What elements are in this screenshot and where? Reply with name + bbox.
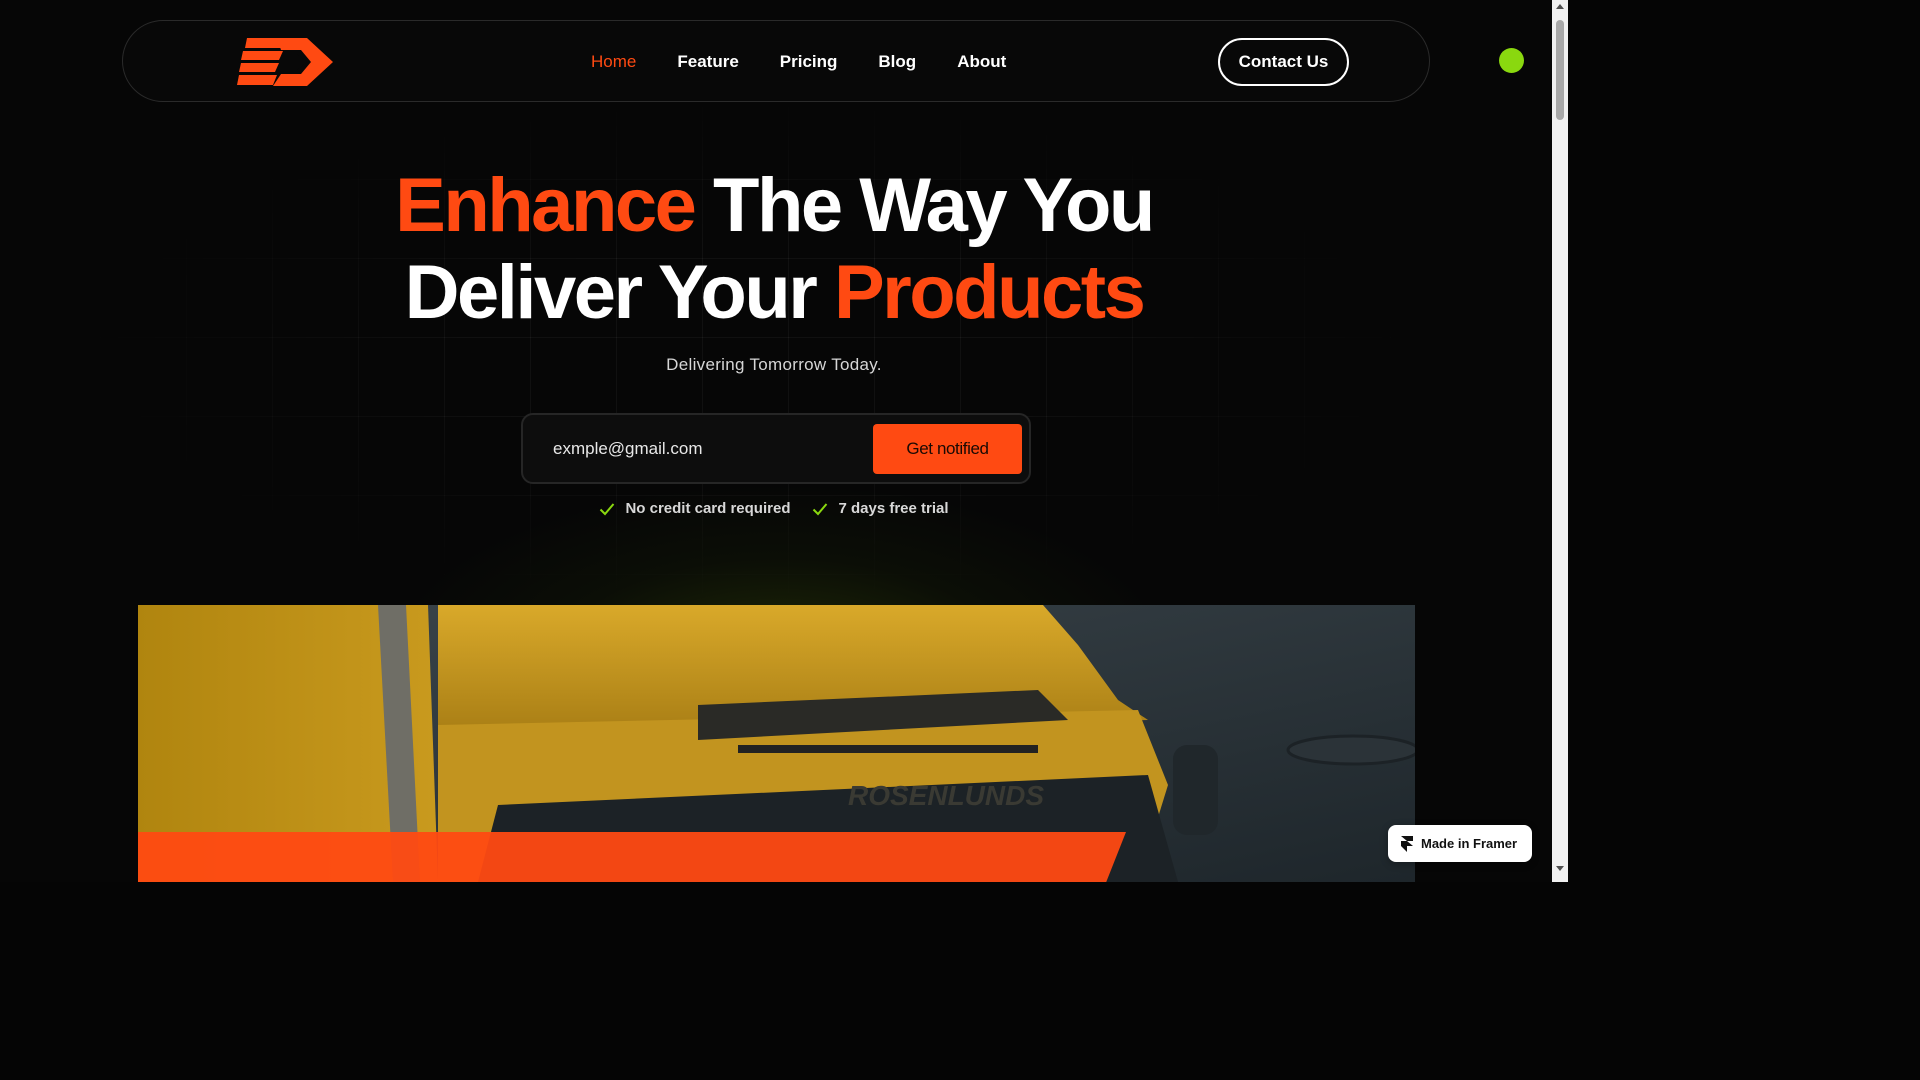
signup-form: Get notified xyxy=(521,413,1031,484)
scroll-up-arrow-icon[interactable] xyxy=(1556,4,1564,9)
hero-subtitle: Delivering Tomorrow Today. xyxy=(666,355,882,374)
email-field[interactable] xyxy=(553,429,863,469)
orange-band xyxy=(138,832,1126,882)
perk-label: 7 days free trial xyxy=(838,500,949,517)
hero-title-accent-1: Enhance xyxy=(395,163,697,248)
arrow-speed-logo-icon[interactable] xyxy=(237,36,337,88)
perks-list: No credit card required 7 days free tria… xyxy=(0,500,1548,517)
hero-title-rest-1: The Way You xyxy=(694,163,1155,248)
perk-label: No credit card required xyxy=(625,500,791,517)
nav-link-pricing[interactable]: Pricing xyxy=(780,52,838,72)
nav-links: Home Feature Pricing Blog About xyxy=(591,21,1006,103)
nav-link-home[interactable]: Home xyxy=(591,52,636,72)
check-icon xyxy=(600,502,615,515)
check-icon xyxy=(813,502,828,515)
nav-link-blog[interactable]: Blog xyxy=(878,52,916,72)
scrollbar[interactable] xyxy=(1552,0,1568,882)
made-in-framer-badge[interactable]: Made in Framer xyxy=(1388,825,1532,862)
hero-title: Enhance The Way You Deliver Your Product… xyxy=(0,162,1548,336)
page: Home Feature Pricing Blog About Contact … xyxy=(0,0,1568,882)
status-dot[interactable] xyxy=(1499,48,1524,73)
hero-title-accent-2: Products xyxy=(833,250,1146,335)
nav-link-about[interactable]: About xyxy=(957,52,1006,72)
perk-item: 7 days free trial xyxy=(812,500,949,517)
nav-link-feature[interactable]: Feature xyxy=(677,52,738,72)
hero-title-start-2: Deliver Your xyxy=(404,250,834,335)
perk-item: No credit card required xyxy=(599,500,790,517)
get-notified-button[interactable]: Get notified xyxy=(873,424,1022,474)
framer-badge-label: Made in Framer xyxy=(1421,836,1518,851)
contact-us-button[interactable]: Contact Us xyxy=(1218,38,1349,86)
truck-brand-text: ROSENLUNDS xyxy=(848,780,1044,811)
framer-icon xyxy=(1401,835,1413,852)
scrollbar-thumb[interactable] xyxy=(1556,20,1564,120)
navbar: Home Feature Pricing Blog About Contact … xyxy=(122,20,1430,102)
scroll-down-arrow-icon[interactable] xyxy=(1556,866,1564,871)
